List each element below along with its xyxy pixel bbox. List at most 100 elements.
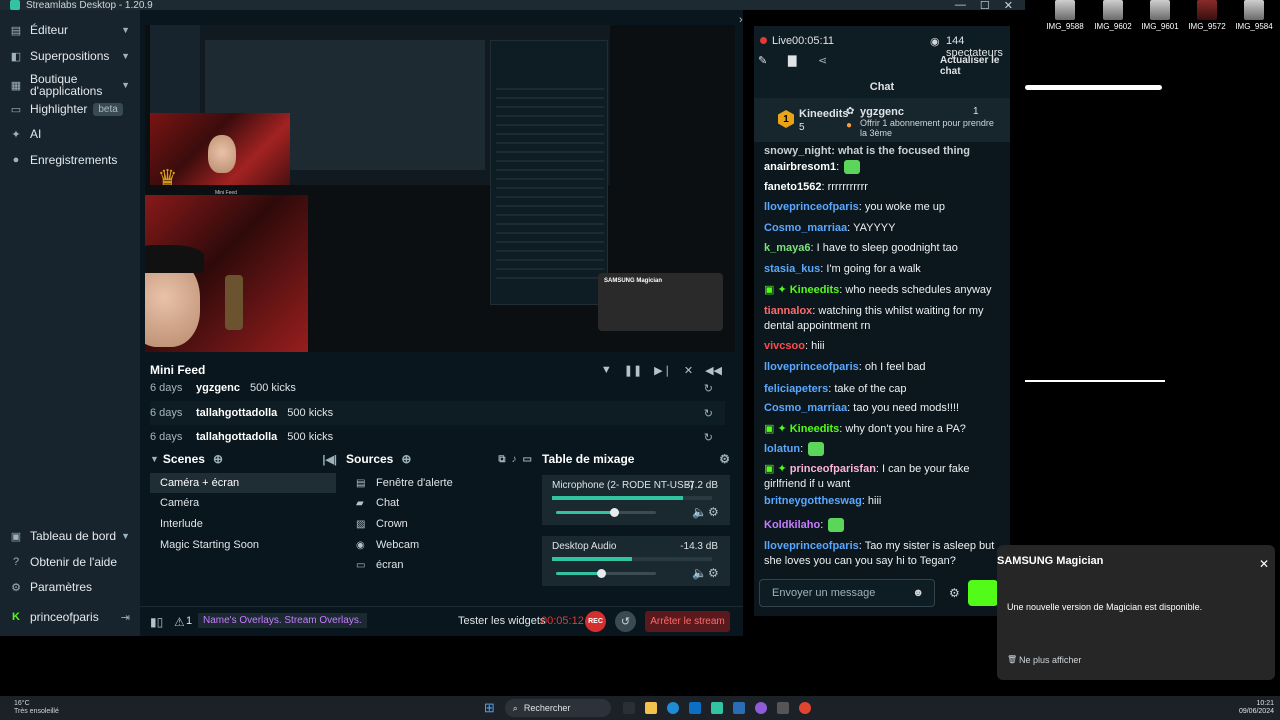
store-icon[interactable] <box>688 702 701 714</box>
taskbar-search[interactable]: ⌕ Rechercher <box>504 699 611 717</box>
chat-username[interactable]: britneygottheswag <box>764 495 862 507</box>
maximize-icon[interactable]: ☐ <box>980 0 990 12</box>
chat-username[interactable]: faneto1562 <box>764 181 821 193</box>
chevron-right-icon[interactable]: › <box>739 14 743 26</box>
send-chat-button[interactable] <box>968 580 998 606</box>
streamlabs-taskbar-icon[interactable] <box>710 702 723 714</box>
edit-icon[interactable]: ✎ <box>758 54 767 67</box>
speaker-icon[interactable]: 🔈 <box>692 505 707 519</box>
desktop-file[interactable]: IMG_9588 <box>1043 0 1087 31</box>
chat-log[interactable]: snowy_night: what is the focused thing a… <box>754 142 1010 582</box>
chat-username[interactable]: feliciapeters <box>764 383 828 395</box>
add-source-icon[interactable]: ⊕ <box>401 452 411 466</box>
scene-item[interactable]: Interlude <box>150 514 336 534</box>
task-view-icon[interactable] <box>622 702 635 714</box>
source-item[interactable]: ◉ Webcam <box>346 535 532 555</box>
desktop-file[interactable]: IMG_9584 <box>1232 0 1276 31</box>
skip-icon[interactable]: ▶❘ <box>654 364 672 377</box>
volume-slider[interactable] <box>556 569 656 578</box>
repeat-alert-icon[interactable]: ↻ <box>704 382 713 395</box>
chat-username[interactable]: lloveprinceofparis <box>764 361 859 373</box>
rec-button[interactable]: REC <box>585 611 606 632</box>
popout-icon[interactable]: ◀◀ <box>705 364 722 377</box>
share-icon[interactable]: ⋖ <box>818 54 827 67</box>
scene-item-active[interactable]: Caméra + écran <box>150 473 336 493</box>
scene-item[interactable]: Caméra <box>150 493 336 513</box>
minimize-icon[interactable]: — <box>955 0 966 12</box>
desktop-file[interactable]: IMG_9602 <box>1091 0 1135 31</box>
app-icon[interactable] <box>732 702 745 714</box>
scene-item[interactable]: Magic Starting Soon <box>150 535 336 555</box>
collapse-icon[interactable]: |◀| <box>322 453 337 466</box>
sidebar-item-highlighter[interactable]: ▭ Highlighter beta <box>0 99 140 119</box>
chat-username[interactable]: lloveprinceofparis <box>764 540 859 552</box>
chat-username[interactable]: anairbresom1 <box>764 161 836 173</box>
chrome-icon[interactable] <box>798 702 811 714</box>
discord-icon[interactable] <box>754 702 767 714</box>
archive-icon[interactable]: ▇ <box>788 54 796 67</box>
sidebar-item-ai[interactable]: ✦ AI <box>0 124 140 144</box>
channel-settings-icon[interactable]: ⚙ <box>708 566 719 580</box>
close-window-icon[interactable]: ✕ <box>1004 0 1013 12</box>
chevron-down-icon[interactable]: ▼ <box>150 454 159 464</box>
chat-settings-icon[interactable]: ⚙ <box>949 586 960 600</box>
source-item[interactable]: ▭ écran <box>346 555 532 575</box>
repeat-alert-icon[interactable]: ↻ <box>704 431 713 444</box>
chat-username[interactable]: vivcsoo <box>764 340 805 352</box>
samsung-notification[interactable]: SAMSUNG Magician ✕ Une nouvelle version … <box>997 545 1275 680</box>
promo-link[interactable]: Name's Overlays. Stream Overlays. <box>198 613 367 628</box>
chat-username[interactable]: k_maya6 <box>764 242 811 254</box>
add-scene-icon[interactable]: ⊕ <box>213 452 223 466</box>
file-explorer-icon[interactable] <box>644 702 657 714</box>
sidebar-item-settings[interactable]: ⚙ Paramètres <box>0 577 140 597</box>
sidebar-item-editor[interactable]: ▤ Éditeur ▼ <box>0 20 140 40</box>
chat-username[interactable]: tiannalox <box>764 305 812 317</box>
chat-username[interactable]: stasia_kus <box>764 263 820 275</box>
desktop-file[interactable]: IMG_9601 <box>1138 0 1182 31</box>
chat-username[interactable]: princeofparisfan <box>790 463 876 475</box>
chat-username[interactable]: Cosmo_marriaa <box>764 402 847 414</box>
source-item[interactable]: ▰ Chat <box>346 493 532 513</box>
weather-widget[interactable]: 16°C Très ensoleillé <box>14 700 59 716</box>
speaker-icon[interactable]: 🔈 <box>692 566 707 580</box>
sidebar-item-app-store[interactable]: ▦ Boutique d'applications ▼ <box>0 70 140 100</box>
warning-icon[interactable]: ⚠ <box>174 615 185 629</box>
replay-buffer-icon[interactable]: ↺ <box>615 611 636 632</box>
chat-username[interactable]: Cosmo_marriaa <box>764 222 847 234</box>
app-icon[interactable] <box>776 702 789 714</box>
repeat-alert-icon[interactable]: ↻ <box>704 407 713 420</box>
clock[interactable]: 10:21 09/06/2024 <box>1239 700 1274 716</box>
source-item[interactable]: ▤ Fenêtre d'alerte <box>346 473 532 493</box>
edge-icon[interactable] <box>666 702 679 714</box>
stop-stream-button[interactable]: Arrêter le stream <box>645 611 730 632</box>
chat-username[interactable]: Koldkilaho <box>764 519 820 531</box>
chat-username[interactable]: lolatun <box>764 443 800 455</box>
volume-slider[interactable] <box>556 508 656 517</box>
windows-start-icon[interactable]: ⊞ <box>484 700 495 716</box>
sidebar-item-dashboard[interactable]: ▣ Tableau de bord ▼ <box>0 526 140 546</box>
desktop-file[interactable]: IMG_9572 <box>1185 0 1229 31</box>
sidebar-item-help[interactable]: ? Obtenir de l'aide <box>0 552 140 572</box>
mixer-settings-icon[interactable]: ⚙ <box>719 452 730 466</box>
sidebar-item-recordings[interactable]: ● Enregistrements <box>0 150 140 170</box>
chat-username[interactable]: Kineedits <box>790 284 840 296</box>
audio-icon[interactable]: ♪ <box>512 454 517 465</box>
test-widgets-button[interactable]: Tester les widgets <box>458 615 545 627</box>
group-icon[interactable]: ⧉ <box>498 454 505 465</box>
stream-preview[interactable]: Mini Feed ♛ SAMSUNG Magician <box>145 25 735 352</box>
sidebar-user[interactable]: K princeofparis ⇥ <box>0 607 140 627</box>
close-icon[interactable]: ✕ <box>1259 557 1269 571</box>
mute-alerts-icon[interactable]: ✕ <box>684 364 693 377</box>
filter-icon[interactable]: ▼ <box>601 364 612 377</box>
logout-icon[interactable]: ⇥ <box>121 611 130 624</box>
source-item[interactable]: ▨ Crown <box>346 514 532 534</box>
chat-username[interactable]: Kineedits <box>790 423 840 435</box>
pause-icon[interactable]: ❚❚ <box>624 364 642 377</box>
refresh-chat-button[interactable]: Actualiser le chat <box>940 55 1010 77</box>
channel-settings-icon[interactable]: ⚙ <box>708 505 719 519</box>
chat-username[interactable]: lloveprinceofparis <box>764 201 859 213</box>
dont-show-again-button[interactable]: Ne plus afficher <box>1019 655 1081 665</box>
stats-icon[interactable]: ▮▯ <box>150 615 163 629</box>
chat-input[interactable]: Envoyer un message ☻ <box>759 579 935 607</box>
emoji-icon[interactable]: ☻ <box>912 587 924 599</box>
